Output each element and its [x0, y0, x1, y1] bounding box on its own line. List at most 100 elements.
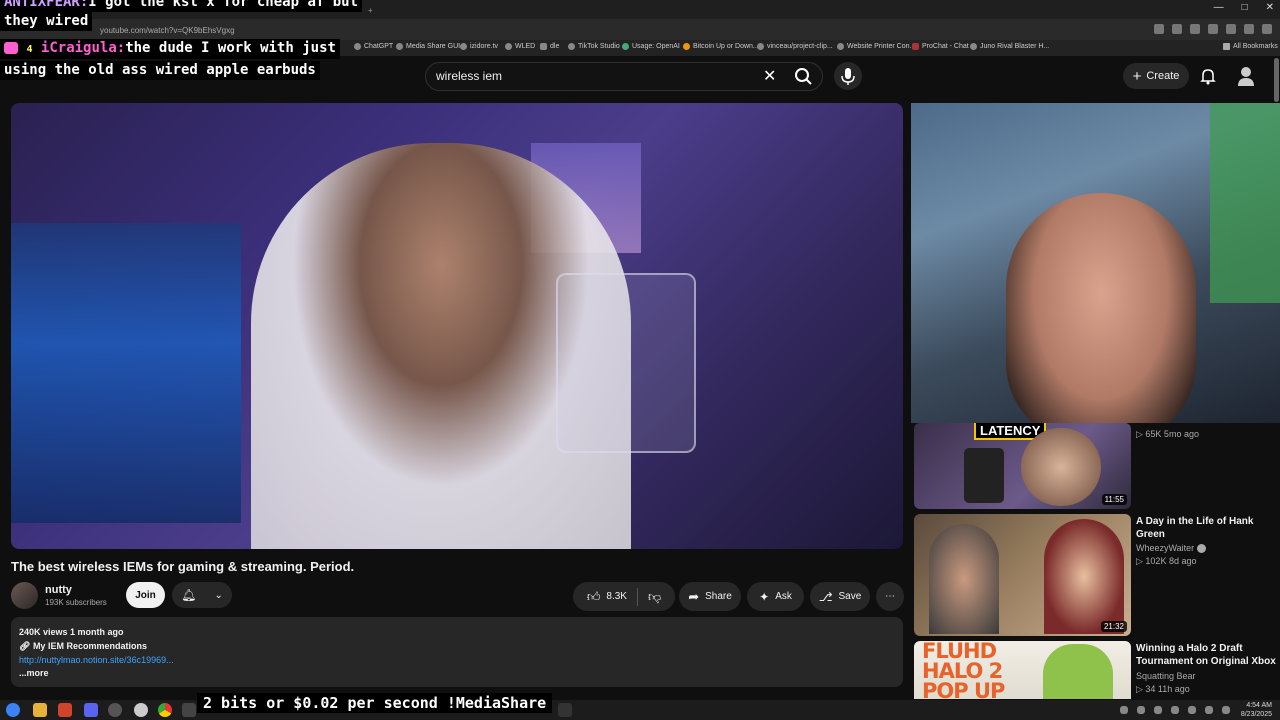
recommendation-channel[interactable]: Squatting Bear — [1136, 671, 1196, 681]
bookmark-item[interactable]: Media Share GUI — [396, 43, 460, 50]
sparkle-icon: ✦ — [759, 589, 770, 604]
bookmark-item[interactable]: Bitcoin Up or Down... — [683, 43, 759, 50]
restore-icon[interactable]: □ — [1242, 2, 1248, 13]
close-window-icon[interactable]: ✕ — [1266, 2, 1274, 13]
video-duration: 11:55 — [1101, 494, 1127, 505]
recommendation-thumbnail[interactable]: LATENCY 11:55 — [914, 423, 1131, 509]
page-scrollbar[interactable] — [1274, 58, 1279, 102]
window-controls: — □ ✕ — [1214, 2, 1274, 13]
clear-search-icon[interactable]: ✕ — [763, 66, 776, 86]
play-icon: ▷ — [1136, 556, 1146, 566]
share-button[interactable]: ➦ Share — [679, 582, 741, 611]
channel-avatar[interactable] — [11, 582, 38, 609]
verified-icon — [1196, 544, 1206, 554]
plus-icon: + — [1132, 67, 1142, 85]
search-input[interactable]: wireless iem — [436, 69, 502, 83]
tray-icon[interactable] — [1171, 706, 1179, 714]
system-clock[interactable]: 4:54 AM 8/23/2025 — [1241, 701, 1272, 719]
thumbnail-person — [929, 524, 999, 634]
menu-icon[interactable] — [1262, 24, 1272, 34]
start-icon[interactable] — [6, 703, 20, 717]
create-button[interactable]: + Create — [1123, 63, 1189, 89]
ask-button[interactable]: ✦ Ask — [747, 582, 804, 611]
app-icon[interactable] — [134, 703, 148, 717]
tray-icon[interactable] — [1188, 706, 1196, 714]
bookmark-item[interactable]: vinceau/project-clip... — [757, 43, 833, 50]
subscription-bell-button[interactable]: 🔔︎ ⌄ — [172, 582, 232, 608]
bookmark-item[interactable]: dle — [540, 43, 559, 50]
file-explorer-icon[interactable] — [33, 703, 47, 717]
video-frame-background — [11, 223, 241, 523]
recommendation-title[interactable]: Winning a Halo 2 Draft Tournament on Ori… — [1136, 642, 1276, 668]
bookmark-item[interactable]: TikTok Studio — [568, 43, 620, 50]
channel-name[interactable]: nutty — [45, 584, 72, 596]
save-button[interactable]: ⎇ Save — [810, 582, 870, 611]
join-button[interactable]: Join — [126, 582, 165, 608]
bookmark-icon: ⎇ — [818, 589, 833, 604]
description-line: 🔗︎ My IEM Recommendations — [19, 641, 147, 651]
chat-badge-icon: 4 — [26, 44, 33, 55]
minimize-icon[interactable]: — — [1214, 2, 1224, 13]
chat-message: using the old ass wired apple earbuds — [0, 61, 320, 80]
tray-icon[interactable] — [1137, 706, 1145, 714]
tray-icon[interactable] — [1120, 706, 1128, 714]
thumbs-down-icon: 👎︎ — [647, 588, 662, 604]
extension-icon[interactable] — [1190, 24, 1200, 34]
discord-icon[interactable] — [84, 703, 98, 717]
thumbs-up-icon: 👍︎ — [586, 588, 601, 604]
tray-icon[interactable] — [1205, 706, 1213, 714]
recommendation-title[interactable]: A Day in the Life of Hank Green — [1136, 515, 1276, 541]
chat-text: the dude I work with just — [125, 40, 336, 56]
bookmark-item[interactable]: Website Printer Con... — [837, 43, 915, 50]
recommendation-thumbnail[interactable]: 21:32 — [914, 514, 1131, 636]
clock-time: 4:54 AM — [1246, 702, 1272, 709]
zoom-icon[interactable] — [1154, 24, 1164, 34]
chevron-down-icon: ⌄ — [214, 589, 223, 601]
account-avatar[interactable] — [1236, 65, 1256, 87]
chat-username: iCraigula: — [40, 40, 126, 56]
extension-icons — [1154, 24, 1272, 34]
search-icon[interactable] — [786, 62, 822, 91]
bookmark-item[interactable]: ChatGPT — [354, 43, 393, 50]
extension-icon[interactable] — [1208, 24, 1218, 34]
show-more-link[interactable]: ...more — [19, 668, 49, 678]
description-box[interactable] — [11, 617, 903, 687]
bookmark-star-icon[interactable] — [1172, 24, 1182, 34]
recommendation-meta: ▷ 102K 8d ago — [1136, 556, 1197, 566]
bookmark-item[interactable]: izidore.tv — [460, 43, 498, 50]
profile-icon[interactable] — [1244, 24, 1254, 34]
url-text[interactable]: youtube.com/watch?v=QK9bEhsVgxg — [100, 26, 235, 35]
brave-browser-icon[interactable] — [58, 703, 72, 717]
thumbnail-character — [1043, 644, 1113, 699]
recommendation-channel[interactable]: WheezyWaiter — [1136, 543, 1206, 554]
bookmark-item[interactable]: WLED — [505, 43, 535, 50]
bookmark-item[interactable]: Juno Rival Blaster H... — [970, 43, 1049, 50]
tray-icon[interactable] — [1222, 706, 1230, 714]
video-duration: 21:32 — [1100, 621, 1127, 632]
create-label: Create — [1146, 70, 1180, 82]
more-actions-icon[interactable]: ⋯ — [876, 582, 904, 611]
thumbnail-text: FLUHD HALO 2 POP UP DRAFT — [922, 641, 1005, 699]
dislike-button[interactable]: 👎︎ — [648, 589, 661, 605]
video-player[interactable] — [11, 103, 903, 549]
microphone-icon[interactable] — [834, 62, 862, 90]
bookmark-item[interactable]: ProChat - Chat — [912, 43, 969, 50]
webcam-background — [1210, 103, 1280, 303]
new-tab-button[interactable]: + — [360, 3, 381, 17]
all-bookmarks[interactable]: All Bookmarks — [1223, 43, 1278, 50]
notifications-bell-icon[interactable] — [1198, 66, 1218, 86]
extension-icon[interactable] — [1226, 24, 1236, 34]
description-link[interactable]: http://nuttylmao.notion.site/36c19969... — [19, 655, 174, 665]
chrome-icon[interactable] — [158, 703, 172, 717]
like-dislike-group: 👍︎ 8.3K 👎︎ — [573, 582, 675, 611]
recommendation-thumbnail[interactable]: FLUHD HALO 2 POP UP DRAFT — [914, 641, 1131, 699]
play-icon: ▷ — [1136, 684, 1146, 694]
app-icon[interactable] — [182, 703, 196, 717]
ask-label: Ask — [775, 591, 792, 602]
like-count: 8.3K — [606, 591, 627, 602]
tray-icon[interactable] — [1154, 706, 1162, 714]
app-icon[interactable] — [108, 703, 122, 717]
app-icon[interactable] — [558, 703, 572, 717]
bookmark-item[interactable]: Usage: OpenAI — [622, 43, 680, 50]
like-button[interactable]: 👍︎ 8.3K — [587, 589, 627, 605]
